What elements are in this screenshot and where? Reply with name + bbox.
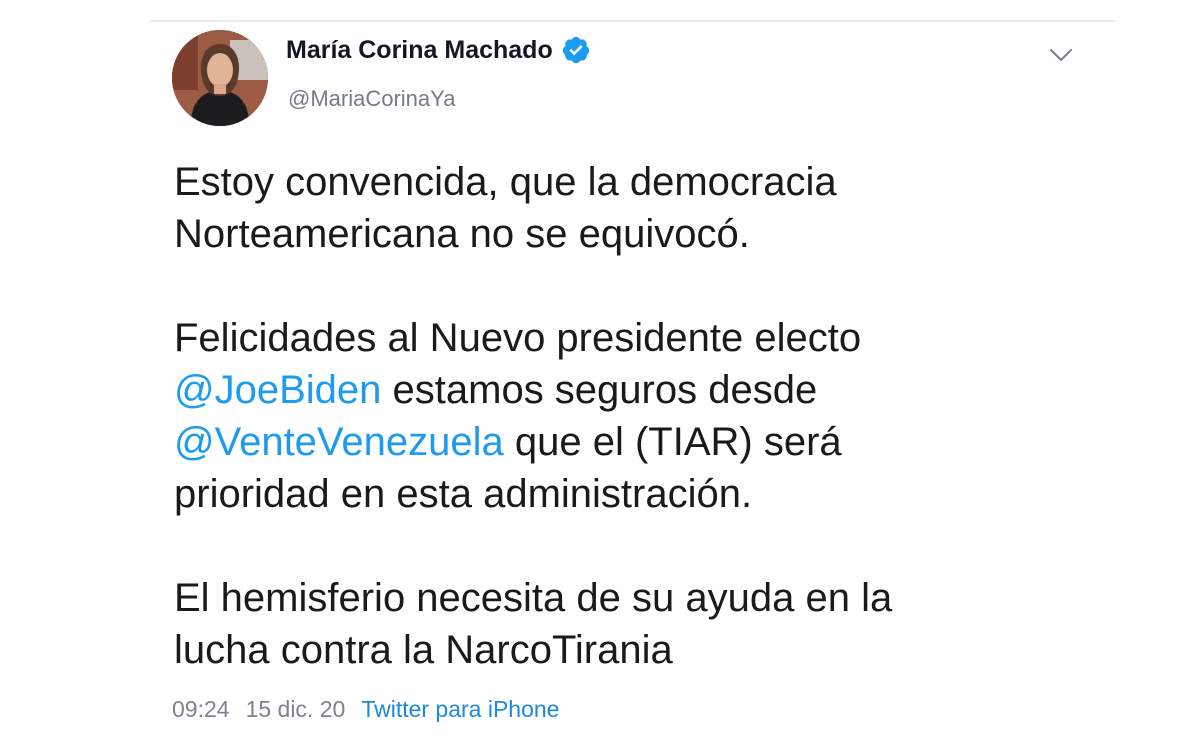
author-handle[interactable]: @MariaCorinaYa [288, 86, 455, 112]
verified-badge-icon [561, 35, 591, 65]
tweet-paragraph-1: Estoy convencida, que la democracia Nort… [174, 156, 1114, 260]
tweet-source-link[interactable]: Twitter para iPhone [361, 696, 559, 723]
avatar[interactable] [172, 30, 268, 126]
author-display-name[interactable]: María Corina Machado [286, 36, 553, 65]
tweet-line: Norteamericana no se equivocó. [174, 212, 750, 256]
divider [150, 20, 1115, 22]
chevron-down-icon[interactable] [1046, 40, 1076, 70]
tweet-paragraph-3: El hemisferio necesita de su ayuda en la… [174, 572, 1114, 676]
tweet-line: @JoeBiden estamos seguros desde [174, 364, 1114, 416]
tweet-line-text: que el (TIAR) será [503, 420, 842, 464]
tweet-meta: 09:24 15 dic. 20 Twitter para iPhone [172, 696, 559, 723]
mention-ventevenezuela-link[interactable]: @VenteVenezuela [174, 420, 504, 464]
tweet-line-text: estamos seguros desde [381, 368, 818, 412]
tweet-line: prioridad en esta administración. [174, 472, 753, 516]
tweet-paragraph-2: Felicidades al Nuevo presidente electo @… [174, 312, 1114, 520]
tweet-line: @VenteVenezuela que el (TIAR) será [174, 416, 1114, 468]
tweet-line: Estoy convencida, que la democracia [174, 160, 837, 204]
tweet-text: Estoy convencida, que la democracia Nort… [174, 156, 1114, 676]
tweet-time[interactable]: 09:24 [172, 696, 230, 723]
tweet-line: El hemisferio necesita de su ayuda en la [174, 576, 893, 620]
tweet-line: lucha contra la NarcoTirania [174, 628, 673, 672]
mention-joebiden-link[interactable]: @JoeBiden [174, 368, 381, 412]
author-name-row[interactable]: María Corina Machado [286, 35, 591, 65]
tweet-card: María Corina Machado @MariaCorinaYa Esto… [0, 0, 1200, 752]
tweet-date[interactable]: 15 dic. 20 [246, 696, 346, 723]
tweet-line: Felicidades al Nuevo presidente electo [174, 316, 862, 360]
